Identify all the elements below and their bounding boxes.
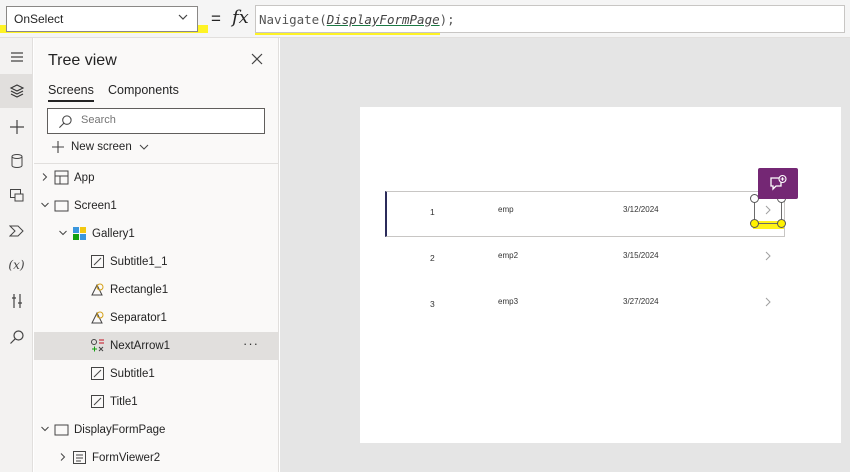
search-input[interactable] — [81, 114, 251, 126]
gallery-cell-number: 1 — [430, 207, 435, 217]
chevron-down-icon[interactable] — [58, 228, 68, 238]
tree-item-label: App — [74, 172, 95, 184]
chevron-right-icon[interactable] — [40, 172, 50, 182]
tree-item-subtitle1-1[interactable]: Subtitle1_1 — [34, 248, 279, 276]
selection-box[interactable] — [750, 194, 786, 228]
chevron-right-icon[interactable] — [58, 452, 68, 462]
tree-item-app[interactable]: App — [34, 164, 279, 192]
label-icon — [90, 394, 105, 409]
equals-sign: = — [211, 9, 221, 28]
screen-icon — [54, 198, 69, 213]
add-comment-button[interactable] — [758, 168, 798, 199]
tree-item-separator1[interactable]: Separator1 — [34, 304, 279, 332]
gallery-cell-date: 3/27/2024 — [623, 297, 659, 306]
tools-icon[interactable] — [0, 284, 33, 318]
label-icon — [90, 366, 105, 381]
property-dropdown[interactable]: OnSelect — [6, 6, 198, 32]
panel-title: Tree view — [48, 52, 117, 69]
more-options-icon[interactable]: ··· — [243, 336, 259, 351]
gallery-cell-number: 2 — [430, 253, 435, 263]
new-screen-label: New screen — [71, 141, 132, 153]
tree-item-displayformpage[interactable]: DisplayFormPage — [34, 416, 279, 444]
formula-text-prefix: Navigate( — [259, 12, 327, 27]
tree-item-label: NextArrow1 — [110, 340, 171, 352]
search-box[interactable] — [47, 108, 265, 134]
tab-screens[interactable]: Screens — [48, 83, 94, 102]
chevron-down-icon[interactable] — [40, 424, 50, 434]
tree-item-label: Title1 — [110, 396, 138, 408]
screen-icon — [54, 422, 69, 437]
tree-item-label: Rectangle1 — [110, 284, 169, 296]
app-icon — [54, 170, 69, 185]
layers-icon[interactable] — [0, 74, 33, 108]
tree-item-nextarrow1[interactable]: NextArrow1 ··· — [34, 332, 279, 360]
canvas-area[interactable]: 1 emp 3/12/2024 2 emp2 3/15/2024 3 emp3 3/27/202… — [280, 38, 850, 472]
formula-reference: DisplayFormPage — [326, 12, 440, 27]
tree-item-label: Subtitle1 — [110, 368, 155, 380]
chevron-right-icon[interactable] — [764, 297, 772, 307]
variables-icon[interactable]: (x) — [0, 248, 33, 282]
tree-item-label: Subtitle1_1 — [110, 256, 168, 268]
tab-components[interactable]: Components — [108, 83, 179, 97]
gallery-cell-name: emp2 — [498, 251, 519, 260]
formula-bar: OnSelect = fx Navigate(DisplayFormPage); — [0, 0, 850, 38]
gallery-cell-name: emp3 — [498, 297, 519, 306]
search-icon[interactable] — [0, 320, 33, 354]
shape-icon — [90, 282, 105, 297]
plus-icon — [52, 141, 64, 153]
left-rail: (x) — [0, 38, 33, 472]
app-screen-canvas[interactable]: 1 emp 3/12/2024 2 emp2 3/15/2024 3 emp3 3/27/202… — [360, 107, 841, 443]
gallery-cell-name: emp — [498, 205, 514, 214]
tree-item-title1[interactable]: Title1 — [34, 388, 279, 416]
chevron-down-icon — [178, 14, 188, 20]
tree-view-panel: Tree view Screens Components New screen … — [34, 38, 279, 472]
gallery-cell-date: 3/12/2024 — [623, 205, 659, 214]
plus-icon[interactable] — [0, 110, 33, 144]
power-automate-icon[interactable] — [0, 214, 33, 248]
tree-item-label: DisplayFormPage — [74, 424, 166, 436]
new-screen-button[interactable]: New screen — [51, 140, 150, 154]
database-icon[interactable] — [0, 144, 33, 178]
resize-handle[interactable] — [750, 219, 759, 228]
chevron-down-icon — [139, 144, 149, 150]
shape-icon — [90, 310, 105, 325]
tree-item-label: Separator1 — [110, 312, 167, 324]
tree-item-label: FormViewer2 — [92, 452, 161, 464]
tree-item-label: Gallery1 — [92, 228, 135, 240]
close-icon[interactable] — [250, 52, 264, 66]
tree-item-screen1[interactable]: Screen1 — [34, 192, 279, 220]
tree-item-subtitle1[interactable]: Subtitle1 — [34, 360, 279, 388]
tree-item-label: Screen1 — [74, 200, 117, 212]
search-icon — [59, 115, 72, 128]
media-icon[interactable] — [0, 178, 33, 212]
gallery-icon — [72, 226, 87, 241]
hamburger-icon[interactable] — [0, 40, 33, 74]
property-dropdown-value: OnSelect — [14, 12, 64, 26]
gallery-row[interactable]: 2 emp2 3/15/2024 — [360, 237, 841, 283]
tree-list: App Screen1 Gallery1 Subtitle1_1 Rectangle1 S… — [34, 163, 279, 472]
chevron-down-icon[interactable] — [40, 200, 50, 210]
gallery-cell-number: 3 — [430, 299, 435, 309]
comment-add-icon — [770, 174, 787, 191]
gallery-cell-date: 3/15/2024 — [623, 251, 659, 260]
icon-control-icon — [90, 338, 105, 353]
formula-text-suffix: ); — [439, 12, 455, 27]
resize-handle[interactable] — [777, 219, 786, 228]
label-icon — [90, 254, 105, 269]
tree-item-rectangle1[interactable]: Rectangle1 — [34, 276, 279, 304]
chevron-right-icon[interactable] — [764, 251, 772, 261]
fx-icon[interactable]: fx — [232, 7, 249, 28]
formula-input[interactable]: Navigate(DisplayFormPage); — [255, 5, 845, 33]
gallery-row[interactable]: 3 emp3 3/27/2024 — [360, 283, 841, 329]
form-icon — [72, 450, 87, 465]
tree-item-gallery1[interactable]: Gallery1 — [34, 220, 279, 248]
tree-item-formviewer2[interactable]: FormViewer2 — [34, 444, 279, 472]
